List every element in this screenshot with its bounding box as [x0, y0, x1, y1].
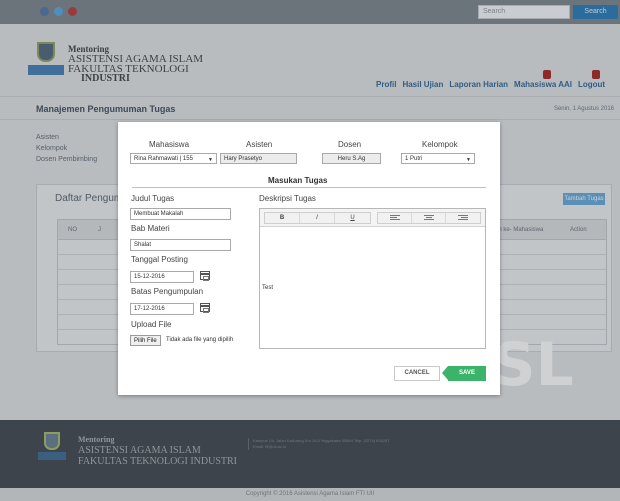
page-title: Manajemen Pengumuman Tugas: [36, 104, 176, 114]
footer-logo: [38, 432, 66, 466]
file-status: Tidak ada file yang dipilih: [166, 337, 234, 343]
col-action: Action: [570, 227, 587, 233]
align-group: [377, 212, 481, 224]
kelompok-value: 1 Putri: [405, 156, 423, 162]
bab-input[interactable]: Shalat: [130, 239, 231, 251]
batas-label: Batas Pengumpulan: [131, 287, 204, 296]
chevron-down-icon: ▼: [466, 157, 471, 163]
align-right-icon[interactable]: [446, 213, 480, 223]
nav-mahasiswa-aai[interactable]: Mahasiswa AAI: [514, 70, 572, 89]
search-button[interactable]: Search: [573, 5, 618, 19]
nav-logout-label: Logout: [578, 80, 606, 89]
col-no: NO: [68, 227, 77, 233]
mahasiswa-label: Mahasiswa: [149, 140, 190, 149]
italic-button[interactable]: I: [300, 213, 335, 223]
nav-mahasiswa-aai-label: Mahasiswa AAI: [514, 80, 572, 89]
dosen-field: Heru S.Ag: [322, 153, 381, 164]
page-header: Manajemen Pengumuman Tugas Senin, 1 Agus…: [0, 96, 620, 120]
calendar-icon[interactable]: [200, 303, 210, 313]
modal-title: Masukan Tugas: [268, 176, 328, 185]
nav-hasil-ujian[interactable]: Hasil Ujian: [402, 80, 443, 89]
university-logo[interactable]: [28, 42, 64, 86]
site-header: Mentoring ASISTENSI AGAMA ISLAM FAKULTAS…: [0, 24, 620, 96]
divider: [132, 187, 486, 188]
side-menu-kelompok[interactable]: Kelompok: [36, 143, 97, 154]
notification-badge: [543, 70, 552, 79]
top-bar: Search Search: [0, 0, 620, 24]
side-menu-asisten[interactable]: Asisten: [36, 132, 97, 143]
upload-label: Upload File: [131, 320, 172, 329]
add-task-button[interactable]: Tambah Tugas: [563, 193, 605, 205]
social-icon-2[interactable]: [54, 7, 63, 16]
site-footer: Mentoring ASISTENSI AGAMA ISLAM FAKULTAS…: [0, 420, 620, 488]
kelompok-label: Kelompok: [422, 140, 458, 149]
batas-input[interactable]: 17-12-2016: [130, 303, 194, 315]
col-mahasiswa: an ke- Mahasiswa: [495, 227, 544, 233]
choose-file-button[interactable]: Pilih File: [130, 335, 161, 346]
kelompok-select[interactable]: 1 Putri ▼: [401, 153, 475, 164]
cancel-button[interactable]: CANCEL: [394, 366, 440, 381]
deskripsi-label: Deskripsi Tugas: [259, 194, 316, 203]
panel-title: Daftar Pengum: [55, 193, 123, 204]
tanggal-label: Tanggal Posting: [131, 255, 188, 264]
asisten-field: Hary Prasetyo: [220, 153, 297, 164]
social-icon-3[interactable]: [68, 7, 77, 16]
save-button[interactable]: SAVE: [442, 366, 486, 381]
col-judul: J: [98, 227, 101, 233]
mahasiswa-value: Rina Rahmawati | 155: [134, 156, 193, 162]
top-nav: Profil Hasil Ujian Laporan Harian Mahasi…: [376, 70, 606, 89]
footer-brand-line3: FAKULTAS TEKNOLOGI INDUSTRI: [78, 456, 238, 467]
align-center-icon[interactable]: [412, 213, 446, 223]
dosen-label: Dosen: [338, 140, 362, 149]
social-icon-1[interactable]: [40, 7, 49, 16]
calendar-icon[interactable]: [200, 271, 210, 281]
editor-content[interactable]: Test: [262, 285, 273, 291]
judul-label: Judul Tugas: [131, 194, 175, 203]
chevron-down-icon: ▼: [208, 157, 213, 163]
footer-address: Kampus UII, Jalan Kaliurang Km 14,5 Yogy…: [248, 438, 398, 450]
align-left-icon[interactable]: [378, 213, 412, 223]
asisten-label: Asisten: [246, 140, 273, 149]
footer-brand-line2: ASISTENSI AGAMA ISLAM: [78, 445, 201, 456]
copyright: Copyright © 2016 Asistensi Agama Islam F…: [0, 488, 620, 501]
underline-button[interactable]: U: [335, 213, 370, 223]
site-brand: Mentoring ASISTENSI AGAMA ISLAM FAKULTAS…: [68, 44, 203, 84]
brand-line4: INDUSTRI: [81, 73, 130, 84]
footer-brand: Mentoring ASISTENSI AGAMA ISLAM FAKULTAS…: [78, 434, 237, 467]
tanggal-input[interactable]: 15-12-2016: [130, 271, 194, 283]
side-menu: Asisten Kelompok Dosen Pembimbing: [36, 132, 97, 165]
search-input[interactable]: Search: [478, 5, 570, 19]
side-menu-dosen[interactable]: Dosen Pembimbing: [36, 154, 97, 165]
notification-badge: [591, 70, 600, 79]
nav-laporan-harian[interactable]: Laporan Harian: [449, 80, 508, 89]
mahasiswa-select[interactable]: Rina Rahmawati | 155 ▼: [130, 153, 217, 164]
task-modal: Mahasiswa Rina Rahmawati | 155 ▼ Asisten …: [118, 122, 500, 395]
nav-logout[interactable]: Logout: [578, 70, 606, 89]
nav-profil[interactable]: Profil: [376, 80, 396, 89]
description-editor[interactable]: B I U Test: [259, 208, 486, 349]
editor-toolbar: B I U: [260, 209, 485, 227]
judul-input[interactable]: Membuat Makalah: [130, 208, 231, 220]
footer-brand-line1: Mentoring: [78, 435, 115, 444]
bab-label: Bab Materi: [131, 224, 170, 233]
page-date: Senin, 1 Agustus 2016: [553, 106, 614, 112]
format-group: B I U: [264, 212, 371, 224]
social-links: [40, 7, 77, 16]
bold-button[interactable]: B: [265, 213, 300, 223]
